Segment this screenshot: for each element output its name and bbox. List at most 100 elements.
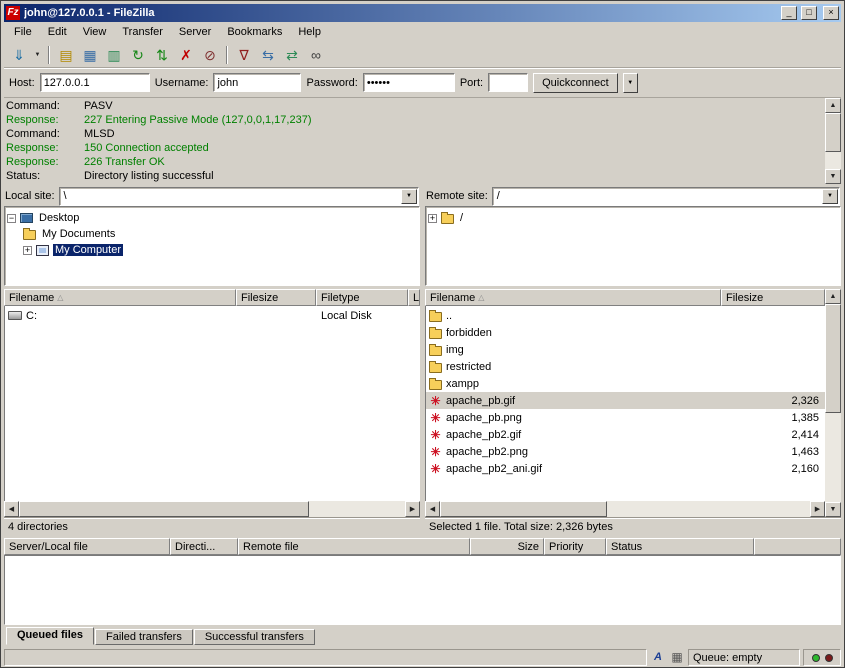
file-type: Local Disk [317, 310, 409, 322]
chevron-down-icon[interactable]: ▼ [822, 189, 838, 204]
remote-list-header: Filename△ Filesize [425, 289, 825, 306]
process-queue-button[interactable]: ⇅ [150, 44, 174, 66]
menu-help[interactable]: Help [290, 24, 329, 40]
local-site-label: Local site: [5, 190, 55, 202]
filter-button[interactable]: ∇ [232, 44, 256, 66]
remote-file-row[interactable]: ✳apache_pb2.gif 2,414 [426, 426, 825, 443]
column-filename[interactable]: Filename△ [4, 289, 236, 306]
tree-item-desktop[interactable]: − Desktop [7, 210, 417, 226]
scrollbar-track[interactable] [440, 501, 810, 517]
toggle-queue-view-button[interactable]: ▥ [102, 44, 126, 66]
tab-failed-transfers[interactable]: Failed transfers [95, 629, 193, 645]
file-name: C: [26, 310, 37, 322]
close-button[interactable]: × [823, 6, 839, 20]
image-file-icon: ✳ [429, 412, 442, 424]
column-server-local-file[interactable]: Server/Local file [4, 538, 170, 555]
log-line: Response:227 Entering Passive Mode (127,… [6, 113, 823, 127]
collapse-icon[interactable]: − [7, 214, 16, 223]
scroll-left-icon[interactable]: ◀ [425, 501, 440, 517]
remote-file-row[interactable]: ✳apache_pb.png 1,385 [426, 409, 825, 426]
column-size[interactable]: Size [470, 538, 544, 555]
remote-file-row-selected[interactable]: ✳apache_pb.gif 2,326 [426, 392, 825, 409]
local-file-row[interactable]: C: Local Disk [5, 307, 420, 324]
column-status[interactable]: Status [606, 538, 754, 555]
scroll-down-icon[interactable]: ▼ [825, 502, 841, 517]
refresh-button[interactable]: ↻ [126, 44, 150, 66]
toggle-tree-view-button[interactable]: ▦ [78, 44, 102, 66]
queue-tabs: Queued files Failed transfers Successful… [4, 626, 841, 645]
cancel-button[interactable]: ✗ [174, 44, 198, 66]
remote-file-row[interactable]: xampp [426, 375, 825, 392]
scrollbar-thumb[interactable] [825, 113, 841, 152]
menu-edit[interactable]: Edit [40, 24, 75, 40]
remote-file-row[interactable]: ✳apache_pb2_ani.gif 2,160 [426, 460, 825, 477]
remote-file-row[interactable]: restricted [426, 358, 825, 375]
column-priority[interactable]: Priority [544, 538, 606, 555]
menu-file[interactable]: File [6, 24, 40, 40]
scroll-right-icon[interactable]: ▶ [405, 501, 420, 517]
scroll-left-icon[interactable]: ◀ [4, 501, 19, 517]
scrollbar-thumb[interactable] [19, 501, 309, 517]
port-input[interactable] [488, 73, 528, 92]
local-horizontal-scrollbar[interactable]: ◀ ▶ [4, 501, 420, 517]
scroll-up-icon[interactable]: ▲ [825, 98, 841, 113]
menu-server[interactable]: Server [171, 24, 219, 40]
remote-file-row[interactable]: forbidden [426, 324, 825, 341]
column-filename[interactable]: Filename△ [425, 289, 721, 306]
scroll-down-icon[interactable]: ▼ [825, 169, 841, 184]
tab-queued-files[interactable]: Queued files [6, 627, 94, 645]
chevron-down-icon[interactable]: ▼ [401, 189, 417, 204]
column-remote-file[interactable]: Remote file [238, 538, 470, 555]
column-filesize[interactable]: Filesize [236, 289, 316, 306]
remote-horizontal-scrollbar[interactable]: ◀ ▶ [425, 501, 825, 517]
synchronized-browsing-button[interactable]: ⇄ [280, 44, 304, 66]
local-pane: Local site: \ ▼ − Desktop My Documents + [4, 186, 420, 535]
remote-file-row[interactable]: img [426, 341, 825, 358]
menu-bookmarks[interactable]: Bookmarks [219, 24, 290, 40]
minimize-button[interactable]: _ [781, 6, 797, 20]
expand-icon[interactable]: + [23, 246, 32, 255]
column-filesize[interactable]: Filesize [721, 289, 825, 306]
scrollbar-track[interactable] [825, 304, 841, 502]
remote-vertical-scrollbar[interactable]: ▲ ▼ [825, 289, 841, 517]
column-last-modified[interactable]: L [408, 289, 420, 306]
tree-item-my-documents[interactable]: My Documents [7, 226, 417, 242]
remote-site-row: Remote site: / ▼ [425, 186, 841, 206]
tab-successful-transfers[interactable]: Successful transfers [194, 629, 315, 645]
host-input[interactable] [40, 73, 150, 92]
scrollbar-track[interactable] [19, 501, 405, 517]
quickconnect-dropdown-button[interactable]: ▼ [623, 73, 638, 93]
scrollbar-thumb[interactable] [440, 501, 607, 517]
queue-list-body [4, 555, 841, 625]
scroll-right-icon[interactable]: ▶ [810, 501, 825, 517]
menu-transfer[interactable]: Transfer [114, 24, 171, 40]
scrollbar-track[interactable] [825, 113, 841, 169]
column-filetype[interactable]: Filetype [316, 289, 408, 306]
toggle-message-log-button[interactable]: ▤ [54, 44, 78, 66]
site-manager-dropdown-button[interactable]: ▼ [31, 44, 44, 66]
scrollbar-thumb[interactable] [825, 304, 841, 413]
local-site-combobox[interactable]: \ ▼ [59, 187, 419, 206]
remote-file-row[interactable]: ✳apache_pb2.png 1,463 [426, 443, 825, 460]
tree-item-root[interactable]: + / [428, 210, 838, 226]
quickconnect-button[interactable]: Quickconnect [533, 73, 618, 93]
maximize-button[interactable]: □ [801, 6, 817, 20]
username-input[interactable] [213, 73, 301, 92]
column-direction[interactable]: Directi... [170, 538, 238, 555]
remote-site-combobox[interactable]: / ▼ [492, 187, 840, 206]
expand-icon[interactable]: + [428, 214, 437, 223]
cancel-icon: ✗ [180, 48, 192, 62]
scroll-up-icon[interactable]: ▲ [825, 289, 841, 304]
disconnect-button[interactable]: ⊘ [198, 44, 222, 66]
local-status-text: 4 directories [4, 517, 420, 535]
menu-view[interactable]: View [75, 24, 115, 40]
compare-directories-button[interactable]: ⇆ [256, 44, 280, 66]
password-input[interactable] [363, 73, 455, 92]
tree-item-my-computer[interactable]: + My Computer [7, 242, 417, 258]
image-file-icon: ✳ [429, 463, 442, 475]
message-log-icon: ▤ [59, 48, 72, 62]
log-scrollbar[interactable]: ▲ ▼ [825, 98, 841, 184]
site-manager-button[interactable]: ⇓ [7, 44, 31, 66]
remote-file-row[interactable]: .. [426, 307, 825, 324]
find-files-button[interactable]: ∞ [304, 44, 328, 66]
